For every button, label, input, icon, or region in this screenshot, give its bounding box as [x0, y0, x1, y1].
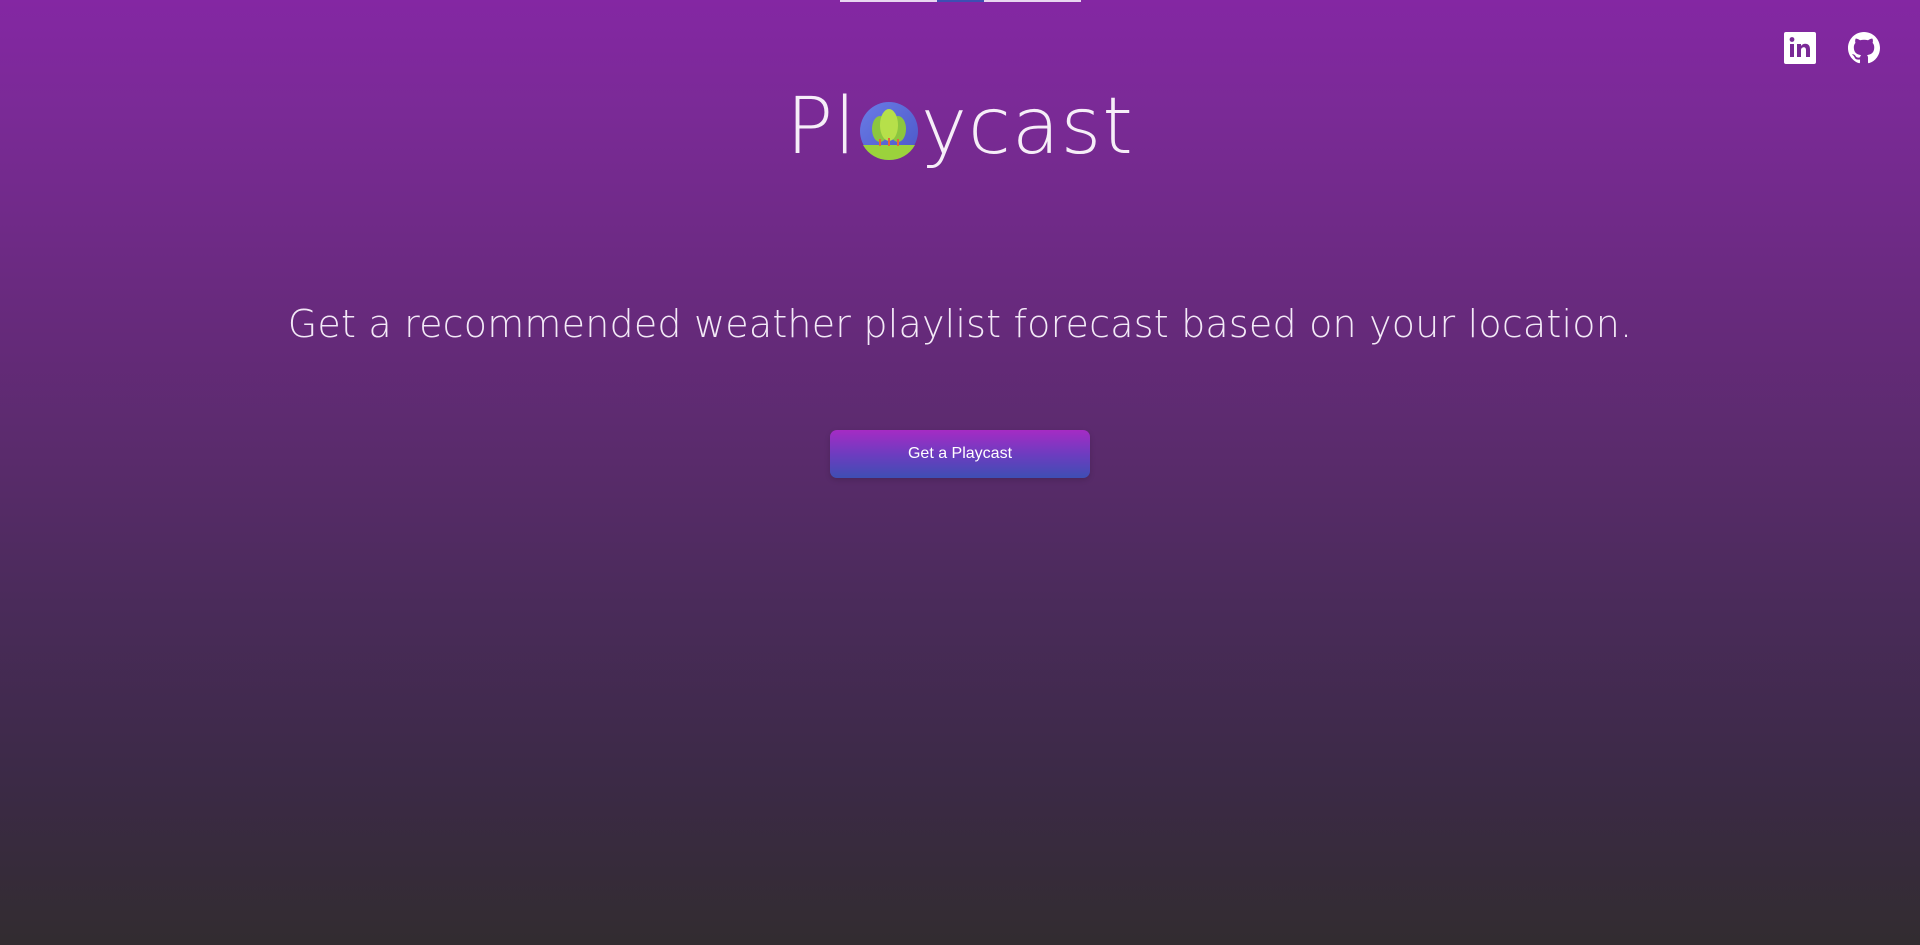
top-tab-segment: [984, 0, 1081, 2]
logo-text-end: ycast: [920, 82, 1134, 172]
top-tab-segment-active: [937, 0, 984, 2]
social-links: [1784, 32, 1880, 64]
linkedin-icon: [1784, 32, 1816, 64]
top-tab-segment: [840, 0, 937, 2]
linkedin-link[interactable]: [1784, 32, 1816, 64]
tree-sun-logo-icon: [859, 102, 918, 161]
logo-text-start: Pl: [786, 82, 857, 172]
top-tab-indicator: [840, 0, 1081, 2]
github-link[interactable]: [1848, 32, 1880, 64]
tagline: Get a recommended weather playlist forec…: [287, 302, 1633, 346]
github-icon: [1848, 32, 1880, 64]
app-logo: Pl ycast: [0, 88, 1920, 166]
get-playcast-button[interactable]: Get a Playcast: [830, 430, 1090, 478]
